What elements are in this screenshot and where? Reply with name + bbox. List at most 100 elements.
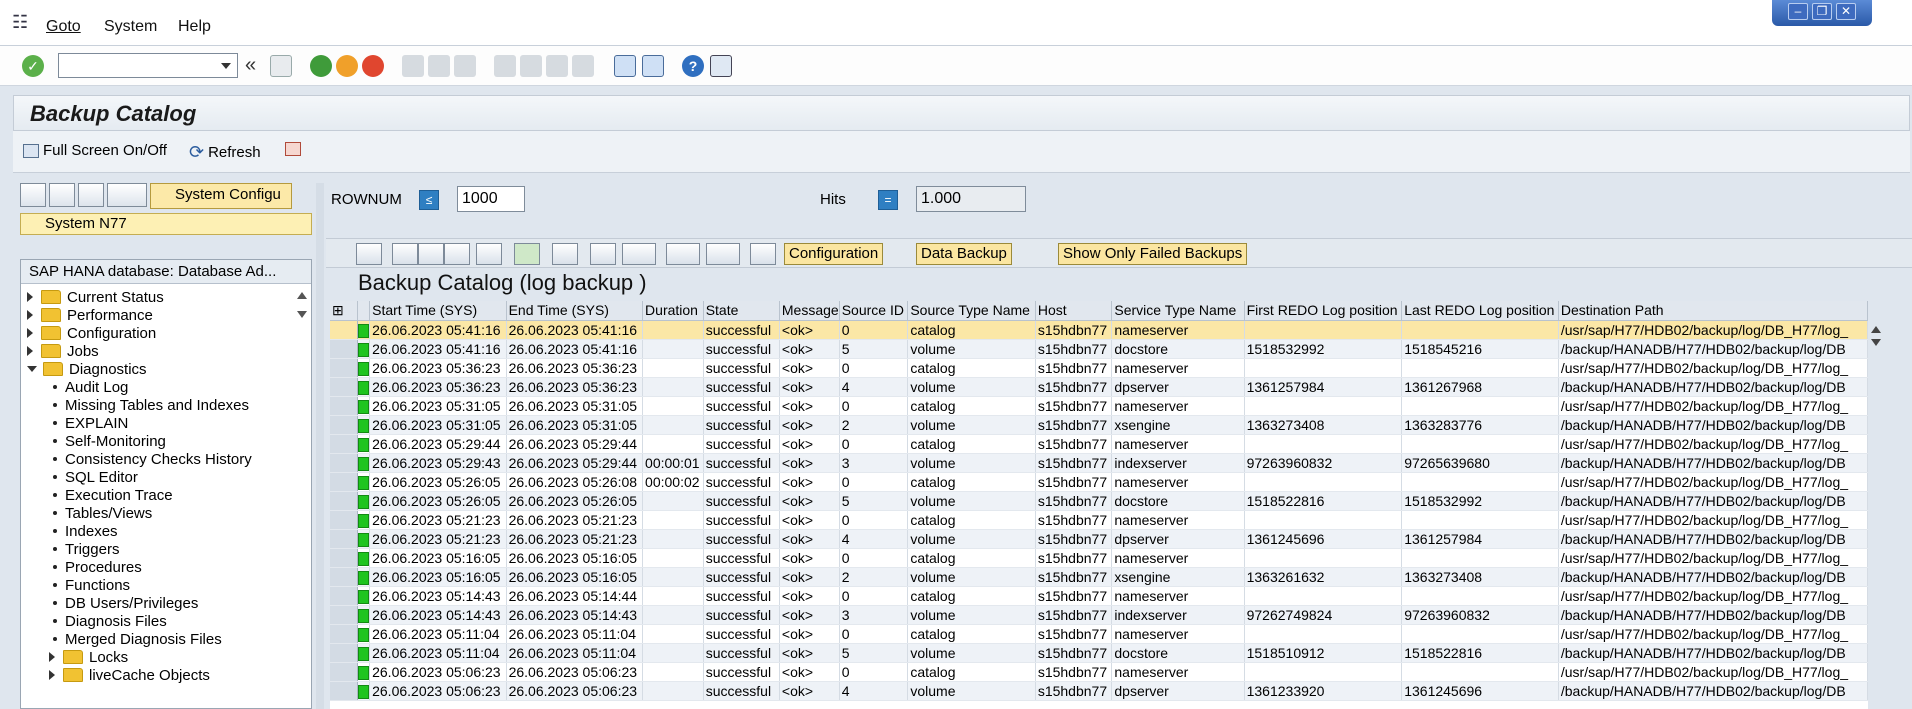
table-row[interactable]: 26.06.2023 05:11:04 26.06.2023 05:11:04 su… <box>330 643 1868 663</box>
find-icon[interactable] <box>444 243 470 265</box>
hits-operator-icon[interactable]: = <box>878 190 898 210</box>
tree-node[interactable]: Audit Log <box>53 377 128 397</box>
last-page-icon[interactable] <box>572 55 594 77</box>
row-selector[interactable] <box>330 510 359 530</box>
maximize-icon[interactable]: ❐ <box>1812 3 1832 20</box>
row-selector[interactable] <box>330 358 359 378</box>
collapse-icon[interactable] <box>27 366 37 372</box>
save-icon[interactable] <box>270 55 292 77</box>
new-session-icon[interactable] <box>614 55 636 77</box>
expand-icon[interactable] <box>49 670 55 680</box>
subtotal-icon[interactable] <box>552 243 578 265</box>
tree-node[interactable]: SQL Editor <box>53 467 138 487</box>
details-icon[interactable] <box>356 243 382 265</box>
previous-page-icon[interactable] <box>520 55 542 77</box>
tree-node[interactable]: EXPLAIN <box>53 413 128 433</box>
table-row[interactable]: 26.06.2023 05:29:44 26.06.2023 05:29:44 su… <box>330 434 1868 454</box>
expand-icon[interactable] <box>27 310 33 320</box>
table-row[interactable]: 26.06.2023 05:36:23 26.06.2023 05:36:23 su… <box>330 358 1868 378</box>
print-icon[interactable] <box>590 243 616 265</box>
rownum-input[interactable]: 1000 <box>457 186 525 212</box>
column-header[interactable]: Message <box>779 301 840 321</box>
rownum-operator-icon[interactable]: ≤ <box>419 190 439 210</box>
collapse-icon[interactable]: « <box>245 55 259 77</box>
row-selector[interactable] <box>330 434 359 454</box>
table-row[interactable]: 26.06.2023 05:06:23 26.06.2023 05:06:23 su… <box>330 662 1868 682</box>
expand-icon[interactable] <box>27 346 33 356</box>
column-header[interactable]: Last REDO Log position <box>1401 301 1559 321</box>
sort-ascending-icon[interactable] <box>392 243 418 265</box>
tree-scrollbar[interactable] <box>295 286 309 706</box>
table-row[interactable]: 26.06.2023 05:21:23 26.06.2023 05:21:23 su… <box>330 510 1868 530</box>
tree-node[interactable]: Jobs <box>27 341 99 361</box>
grid-scrollbar[interactable] <box>1868 320 1884 380</box>
filter-icon[interactable] <box>476 243 502 265</box>
column-header[interactable]: First REDO Log position <box>1244 301 1403 321</box>
tree-node[interactable]: Current Status <box>27 287 164 307</box>
row-selector[interactable] <box>330 472 359 492</box>
info-icon[interactable] <box>750 243 776 265</box>
table-row[interactable]: 26.06.2023 05:41:16 26.06.2023 05:41:16 su… <box>330 320 1868 340</box>
data-backup-button[interactable]: Data Backup <box>916 243 1012 265</box>
tree-node[interactable]: Consistency Checks History <box>53 449 252 469</box>
variant-selector[interactable]: System Configu <box>150 183 292 209</box>
table-row[interactable]: 26.06.2023 05:29:43 26.06.2023 05:29:44 00… <box>330 453 1868 473</box>
tree-node[interactable]: Indexes <box>53 521 118 541</box>
help-icon[interactable]: ? <box>682 55 704 77</box>
table-row[interactable]: 26.06.2023 05:26:05 26.06.2023 05:26:05 su… <box>330 491 1868 511</box>
list-view-icon[interactable] <box>20 183 46 207</box>
export-button[interactable] <box>285 142 301 156</box>
table-row[interactable]: 26.06.2023 05:31:05 26.06.2023 05:31:05 su… <box>330 396 1868 416</box>
row-selector[interactable] <box>330 548 359 568</box>
column-header[interactable]: State <box>703 301 780 321</box>
row-selector[interactable] <box>330 320 359 340</box>
menu-help[interactable]: Help <box>178 18 211 36</box>
row-selector[interactable] <box>330 377 359 397</box>
pane-splitter[interactable] <box>316 183 324 709</box>
expand-icon[interactable] <box>49 652 55 662</box>
shortcut-icon[interactable] <box>642 55 664 77</box>
tree-node[interactable]: Procedures <box>53 557 142 577</box>
column-header[interactable]: Source Type Name <box>907 301 1036 321</box>
table-row[interactable]: 26.06.2023 05:16:05 26.06.2023 05:16:05 su… <box>330 548 1868 568</box>
table-row[interactable]: 26.06.2023 05:06:23 26.06.2023 05:06:23 su… <box>330 681 1868 701</box>
menu-icon[interactable]: ☷ <box>12 13 32 31</box>
tree-node[interactable]: liveCache Objects <box>49 665 210 685</box>
system-selector[interactable]: System N77 <box>20 213 312 235</box>
customize-layout-icon[interactable] <box>710 55 732 77</box>
row-selector[interactable] <box>330 605 359 625</box>
failed-only-button[interactable]: Show Only Failed Backups <box>1058 243 1248 265</box>
column-header[interactable]: Source ID <box>839 301 909 321</box>
row-selector[interactable] <box>330 681 359 701</box>
layout-icon[interactable] <box>706 243 740 265</box>
row-selector[interactable] <box>330 339 359 359</box>
refresh-button[interactable]: ⟳ Refresh <box>189 142 261 163</box>
tree-node[interactable]: Missing Tables and Indexes <box>53 395 249 415</box>
column-header[interactable]: Service Type Name <box>1111 301 1245 321</box>
sum-icon[interactable] <box>514 243 540 265</box>
first-page-icon[interactable] <box>494 55 516 77</box>
tree-node[interactable]: Execution Trace <box>53 485 173 505</box>
chevron-down-icon[interactable] <box>221 63 231 69</box>
scroll-down-icon[interactable] <box>297 311 307 318</box>
tree-node[interactable]: Diagnostics <box>27 359 147 379</box>
tree-node[interactable]: Functions <box>53 575 130 595</box>
row-selector[interactable] <box>330 567 359 587</box>
tree-node[interactable]: Self-Monitoring <box>53 431 166 451</box>
minimize-icon[interactable]: – <box>1788 3 1808 20</box>
column-header[interactable]: Destination Path <box>1558 301 1868 321</box>
tree-node[interactable]: Locks <box>49 647 128 667</box>
configuration-button[interactable]: Configuration <box>784 243 884 265</box>
tree-node[interactable]: Performance <box>27 305 153 325</box>
tree-node[interactable]: Configuration <box>27 323 156 343</box>
menu-goto[interactable]: Goto <box>46 18 81 36</box>
fullscreen-button[interactable]: Full Screen On/Off <box>23 142 167 159</box>
find-next-icon[interactable] <box>454 55 476 77</box>
command-field[interactable] <box>58 53 238 78</box>
row-selector[interactable] <box>330 491 359 511</box>
menu-system[interactable]: System <box>104 18 157 36</box>
enter-icon[interactable]: ✓ <box>22 55 44 77</box>
tree-node[interactable]: Diagnosis Files <box>53 611 167 631</box>
next-page-icon[interactable] <box>546 55 568 77</box>
table-row[interactable]: 26.06.2023 05:41:16 26.06.2023 05:41:16 su… <box>330 339 1868 359</box>
